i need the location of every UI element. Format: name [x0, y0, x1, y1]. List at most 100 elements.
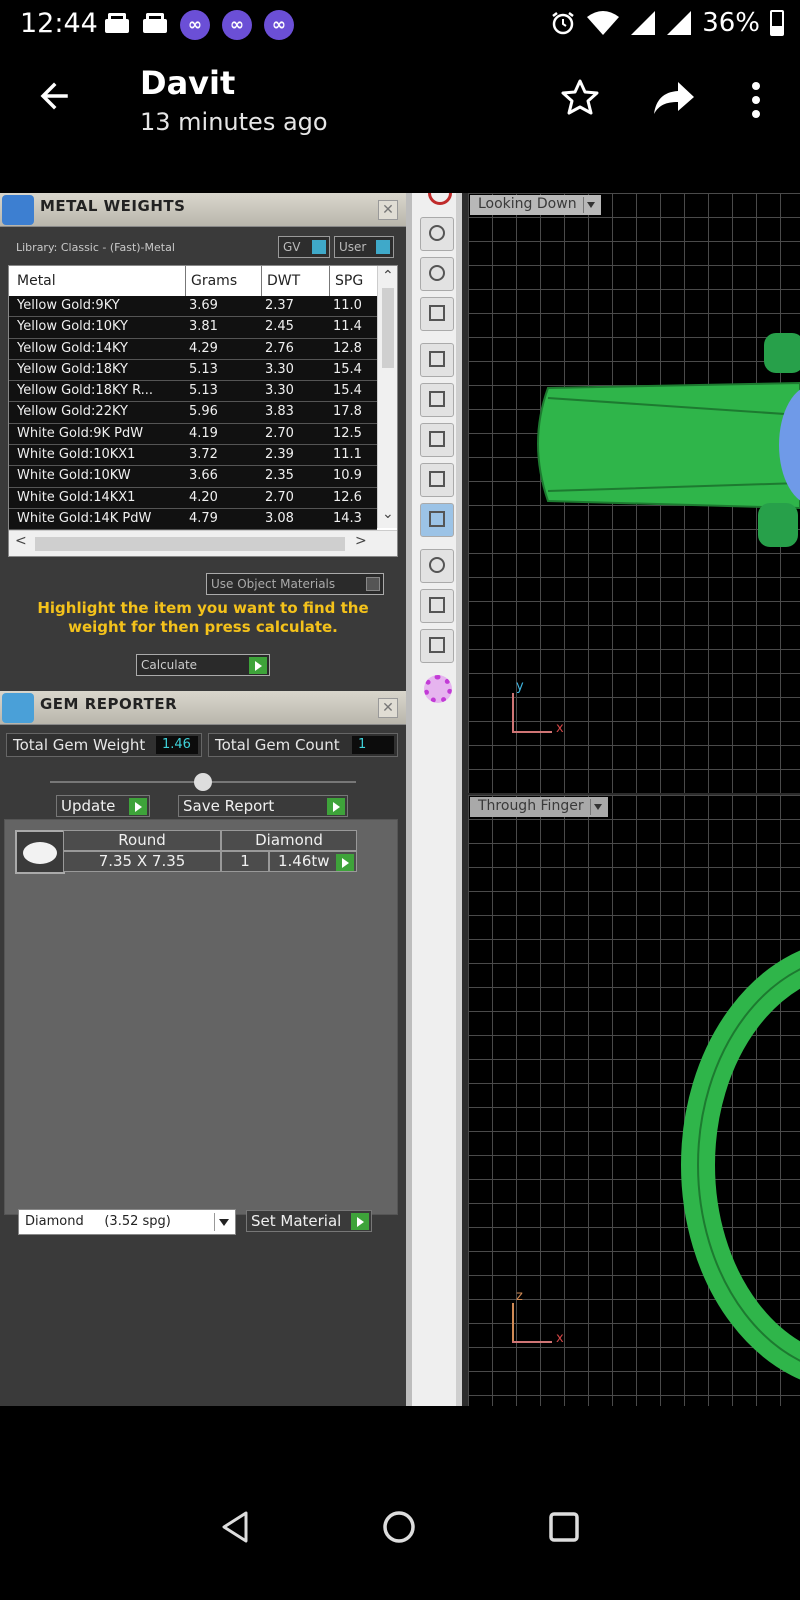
cube-view-icon[interactable]: [420, 383, 454, 417]
status-bar: 12:44 ∞ ∞ ∞ 36%: [0, 0, 800, 48]
table-body: Yellow Gold:9KY 3.69 2.37 11.0 Yellow Gold:1…: [9, 296, 377, 531]
chevron-down-icon: [214, 1213, 232, 1231]
view-select[interactable]: Through Finger: [470, 797, 608, 817]
table-row[interactable]: Yellow Gold:9KY 3.69 2.37 11.0: [9, 296, 377, 318]
table-row[interactable]: White Gold:14KX1 4.20 2.70 12.6: [9, 487, 377, 509]
update-button[interactable]: Update: [56, 795, 150, 817]
viewport-looking-down[interactable]: Looking Down y x: [468, 193, 800, 793]
nodes-tool-icon[interactable]: [420, 297, 454, 331]
table-cell: 5.96: [189, 404, 218, 420]
vertical-scrollbar[interactable]: ⌃ ⌄: [377, 266, 397, 528]
back-arrow-icon[interactable]: [36, 78, 72, 114]
table-header: Metal Grams DWT SPG: [9, 266, 377, 296]
table-cell: 2.70: [265, 489, 294, 505]
slider-knob[interactable]: [194, 773, 212, 791]
table-row[interactable]: White Gold:14K PdW 4.79 3.08 14.3: [9, 508, 377, 531]
table-cell: 10.9: [333, 468, 362, 484]
gem-list: Round Diamond 7.35 X 7.35 1 1.46tw: [4, 819, 398, 1215]
table-cell: 5.13: [189, 383, 218, 399]
table-row[interactable]: Yellow Gold:22KY 5.96 3.83 17.8: [9, 402, 377, 424]
power-icon[interactable]: [428, 193, 452, 205]
table-cell: Yellow Gold:18KY R...: [17, 383, 154, 399]
recents-square-icon[interactable]: [548, 1511, 580, 1543]
cube-view-icon[interactable]: [420, 503, 454, 537]
table-cell: 3.81: [189, 319, 218, 335]
ring-top-view: [537, 333, 800, 547]
chevron-down-icon: [589, 799, 606, 815]
table-cell: 12.5: [333, 425, 362, 441]
battery-percent: 36%: [702, 8, 760, 38]
table-cell: 3.83: [265, 404, 294, 420]
brush-tool-icon[interactable]: [420, 549, 454, 583]
axis-tool-icon[interactable]: [420, 217, 454, 251]
table-cell: 2.35: [265, 468, 294, 484]
table-row[interactable]: White Gold:10KX1 3.72 2.39 11.1: [9, 445, 377, 467]
axis-x-label: x: [556, 721, 564, 736]
table-cell: 11.1: [333, 447, 362, 463]
close-icon[interactable]: ✕: [378, 200, 398, 220]
close-icon[interactable]: ✕: [378, 698, 398, 718]
metal-weights-header: METAL WEIGHTS ✕: [0, 193, 406, 227]
table-cell: Yellow Gold:14KY: [17, 340, 128, 356]
round-gem-icon[interactable]: [15, 830, 65, 874]
calculate-button[interactable]: Calculate: [136, 654, 270, 676]
star-icon[interactable]: [560, 78, 600, 118]
alarm-icon: [552, 12, 574, 35]
material-select[interactable]: Diamond (3.52 spg): [18, 1209, 236, 1235]
cube-view-icon[interactable]: [420, 423, 454, 457]
table-row[interactable]: White Gold:9K PdW 4.19 2.70 12.5: [9, 423, 377, 446]
table-cell: 2.70: [265, 425, 294, 441]
table-cell: 3.30: [265, 361, 294, 377]
save-report-button[interactable]: Save Report: [178, 795, 348, 817]
gv-label: GV: [283, 240, 301, 254]
view-select[interactable]: Looking Down: [470, 195, 601, 215]
share-icon[interactable]: [652, 78, 696, 118]
horizontal-scrollbar[interactable]: < >: [9, 530, 397, 556]
gem-weight-value: 1.46tw: [278, 852, 330, 870]
gem-shape: Round: [63, 830, 221, 851]
column-header[interactable]: Grams: [191, 273, 237, 289]
battery-icon: [770, 10, 784, 36]
total-gem-weight-value: 1.46: [156, 736, 198, 754]
table-row[interactable]: Yellow Gold:14KY 4.29 2.76 12.8: [9, 338, 377, 360]
user-toggle[interactable]: User: [334, 236, 394, 258]
viewport-through-finger[interactable]: Through Finger z x: [468, 795, 800, 1406]
metal-weights-title: METAL WEIGHTS: [40, 197, 186, 215]
use-object-materials-label: Use Object Materials: [211, 577, 336, 591]
notification-icons: ∞ ∞ ∞: [104, 10, 294, 40]
table-cell: 12.8: [333, 340, 362, 356]
paint-tool-icon[interactable]: [420, 589, 454, 623]
set-material-button[interactable]: Set Material: [246, 1210, 372, 1232]
table-row[interactable]: Yellow Gold:18KY 5.13 3.30 15.4: [9, 359, 377, 382]
play-icon[interactable]: [336, 854, 354, 871]
home-circle-icon[interactable]: [382, 1510, 416, 1544]
gv-toggle[interactable]: GV: [278, 236, 330, 258]
table-cell: 3.69: [189, 298, 218, 313]
table-row[interactable]: Yellow Gold:18KY R... 5.13 3.30 15.4: [9, 381, 377, 403]
table-row[interactable]: White Gold:10KW 3.66 2.35 10.9: [9, 466, 377, 488]
material-select-value: Diamond (3.52 spg): [25, 1214, 171, 1229]
globe-tool-icon[interactable]: [420, 257, 454, 291]
table-cell: White Gold:14KX1: [17, 489, 136, 505]
table-cell: 14.3: [333, 510, 362, 526]
use-object-materials-toggle[interactable]: Use Object Materials: [206, 573, 384, 595]
infinity-icon: ∞: [180, 10, 210, 40]
more-vert-icon[interactable]: [746, 80, 766, 120]
table-cell: 15.4: [333, 361, 362, 377]
table-cell: 2.37: [265, 298, 294, 313]
mail-icon: [104, 10, 130, 36]
table-cell: White Gold:9K PdW: [17, 425, 144, 441]
back-triangle-icon[interactable]: [220, 1510, 250, 1544]
table-cell: White Gold:14K PdW: [17, 510, 152, 526]
column-header[interactable]: DWT: [267, 273, 300, 289]
cube-view-icon[interactable]: [420, 463, 454, 497]
flower-tool-icon[interactable]: [424, 675, 452, 703]
frame-tool-icon[interactable]: [420, 629, 454, 663]
attached-screenshot[interactable]: METAL WEIGHTS ✕ Library: Classic - (Fast…: [0, 193, 800, 1406]
move-tool-icon[interactable]: [420, 343, 454, 377]
column-header[interactable]: Metal: [17, 273, 56, 289]
table-cell: 11.0: [333, 298, 362, 313]
table-row[interactable]: Yellow Gold:10KY 3.81 2.45 11.4: [9, 317, 377, 339]
column-header[interactable]: SPG: [335, 273, 363, 289]
table-cell: 3.30: [265, 383, 294, 399]
